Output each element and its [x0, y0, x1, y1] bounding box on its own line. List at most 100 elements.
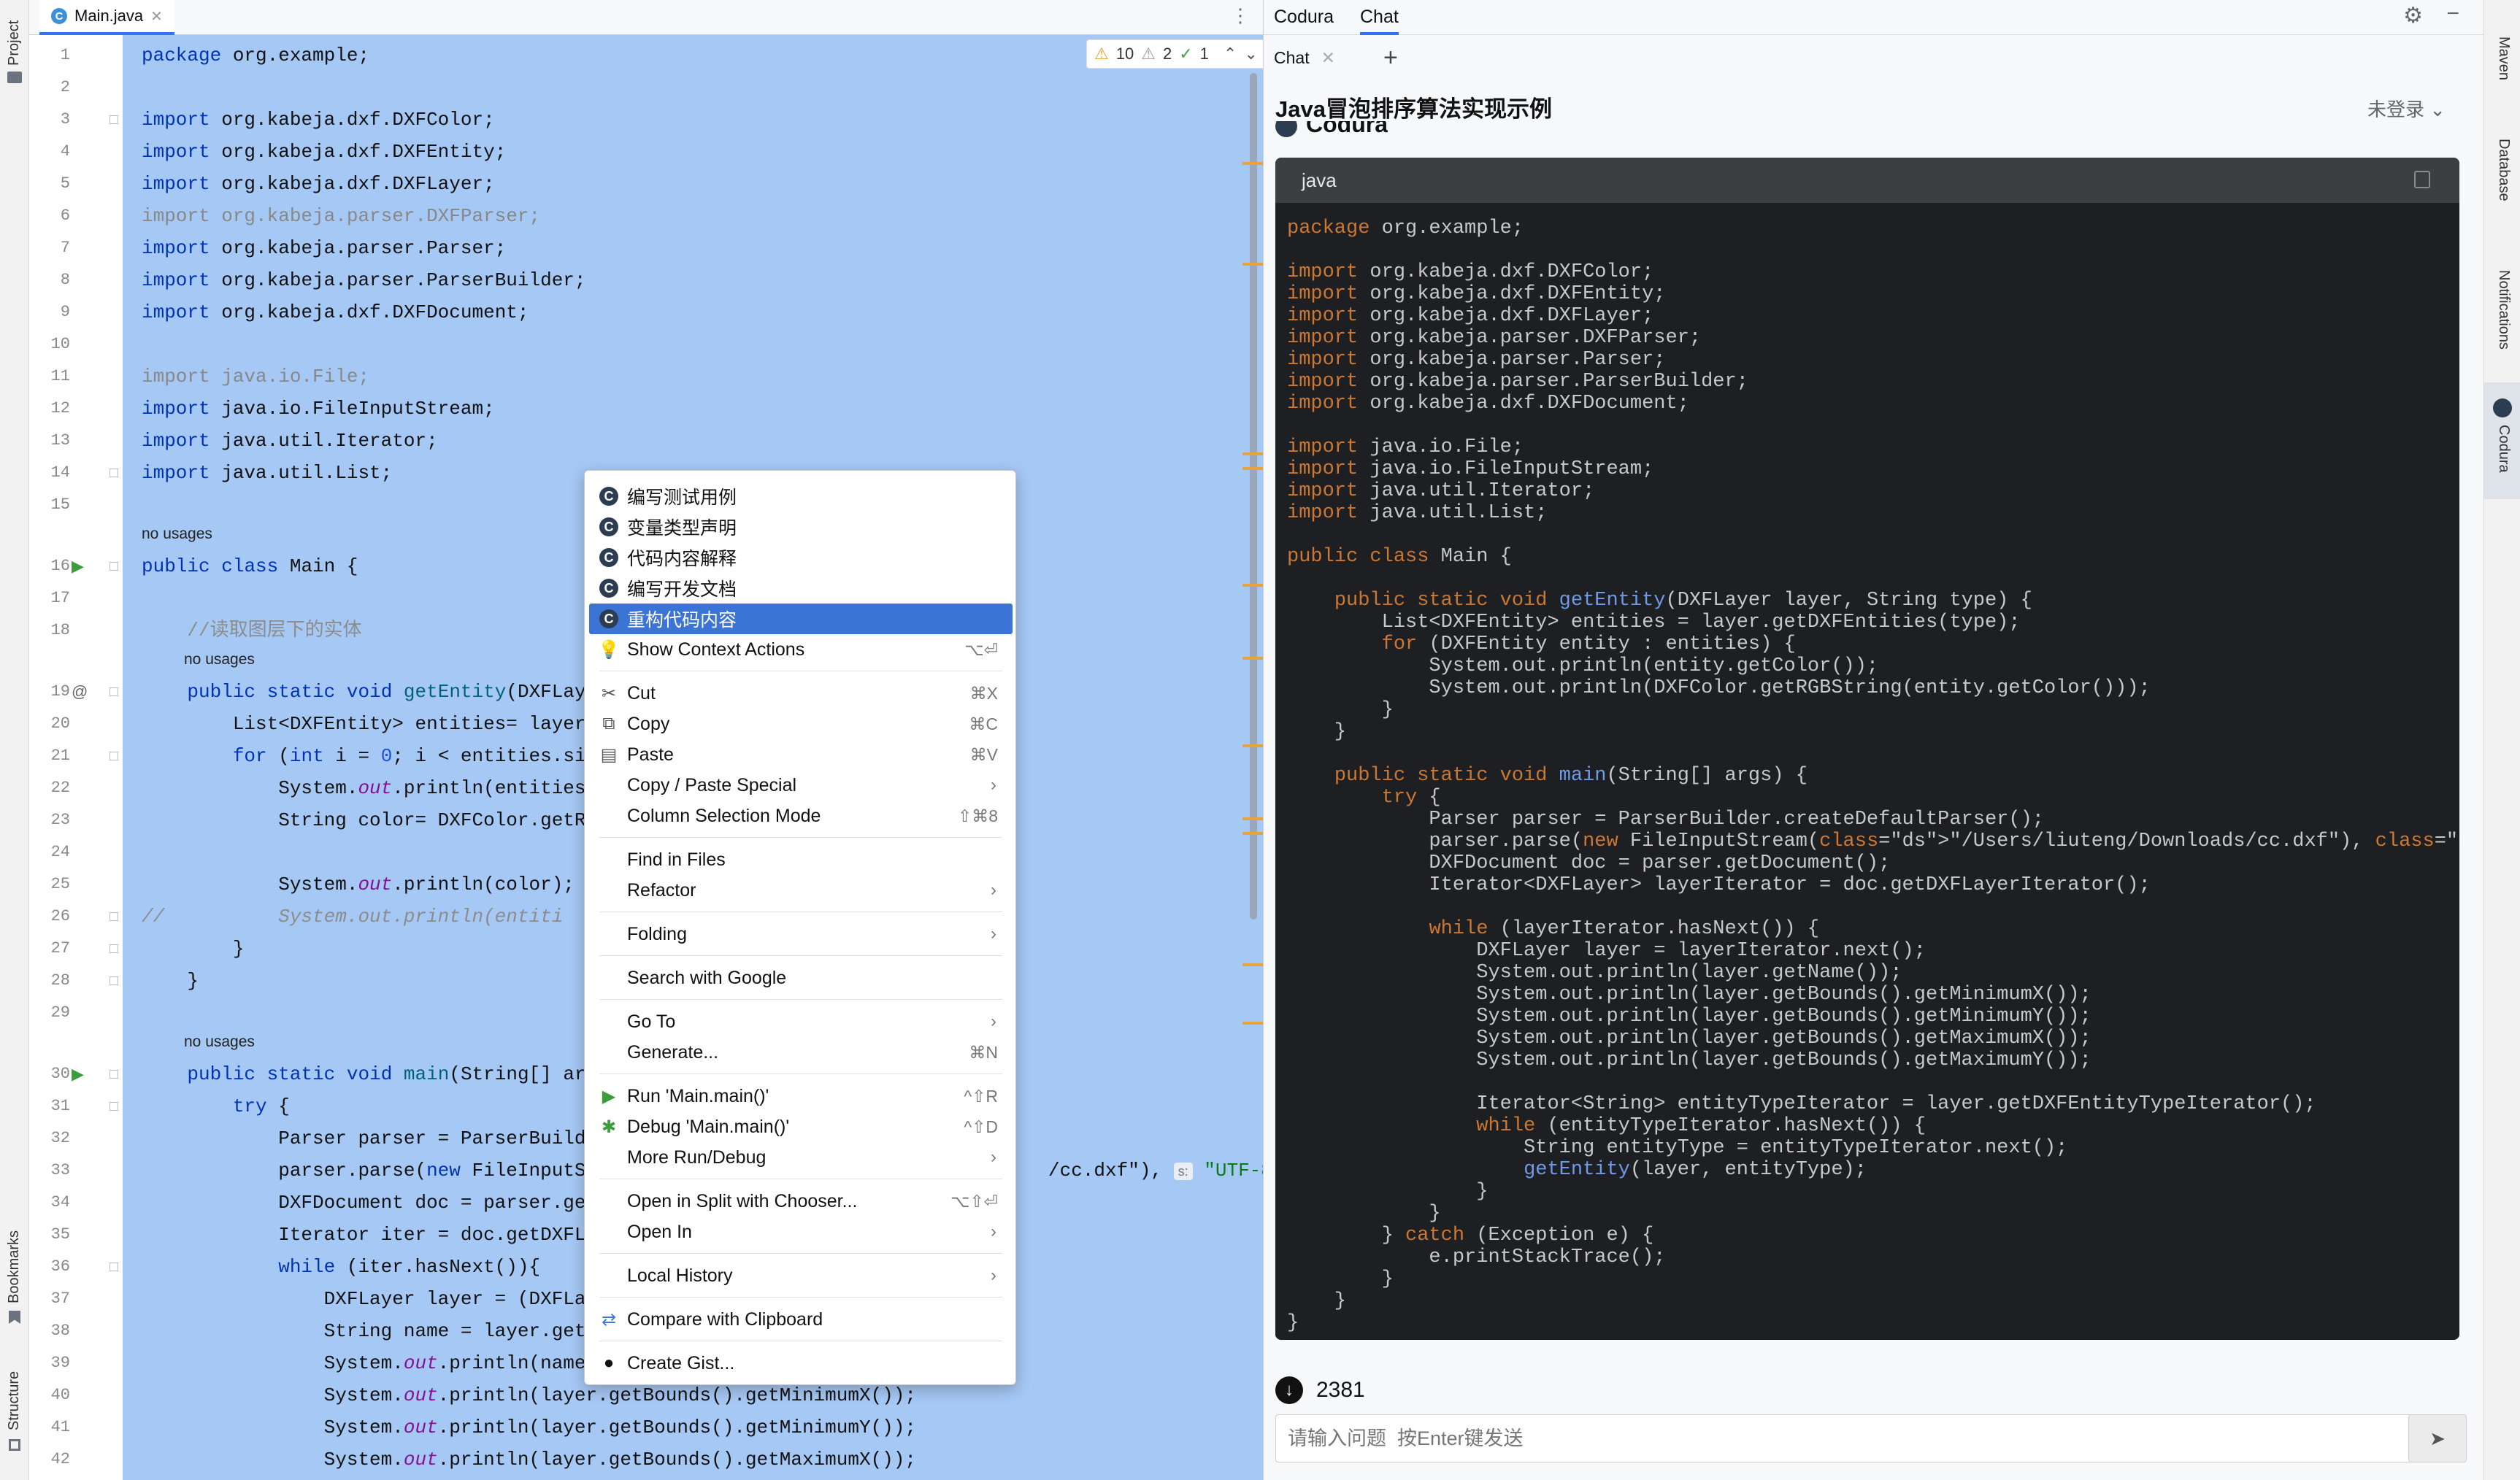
- more-icon[interactable]: ⋮: [1231, 4, 1250, 27]
- codura-icon: C: [599, 517, 618, 536]
- ok-count: 1: [1199, 45, 1209, 63]
- editor-scrollbar[interactable]: [1250, 73, 1257, 920]
- error-stripe-mark[interactable]: [1242, 263, 1263, 266]
- code-line: String color= DXFColor.getR: [142, 809, 586, 831]
- fold-marker[interactable]: [110, 912, 118, 921]
- fold-marker[interactable]: [110, 469, 118, 477]
- menu-item[interactable]: Column Selection Mode ⇧⌘8: [589, 801, 1013, 831]
- line-number: 32: [50, 1129, 70, 1147]
- fold-marker[interactable]: [110, 687, 118, 696]
- chat-input[interactable]: [1286, 1421, 2381, 1456]
- menu-item[interactable]: C 重构代码内容: [589, 604, 1013, 634]
- chevron-right-icon: ›: [991, 1147, 996, 1167]
- fold-marker[interactable]: [110, 944, 118, 953]
- close-icon[interactable]: ✕: [150, 7, 163, 26]
- bookmarks-tool-button[interactable]: Bookmarks: [6, 1230, 23, 1303]
- line-number: 40: [50, 1386, 70, 1404]
- menu-item[interactable]: Go To ›: [589, 1006, 1013, 1037]
- chevron-up-icon[interactable]: ⌃: [1223, 45, 1237, 63]
- gear-icon[interactable]: ⚙: [2403, 3, 2423, 28]
- menu-item[interactable]: ✂ Cut ⌘X: [589, 678, 1013, 709]
- line-number: 31: [50, 1097, 70, 1115]
- error-stripe-mark[interactable]: [1242, 452, 1263, 455]
- error-stripe-mark[interactable]: [1242, 744, 1263, 747]
- project-tool-button[interactable]: Project: [6, 20, 23, 66]
- message-author: Codura: [1275, 121, 1388, 143]
- tab-main-java[interactable]: C Main.java ✕: [39, 0, 174, 35]
- codura-tool-button[interactable]: Codura: [2495, 425, 2512, 473]
- menu-item[interactable]: ⇄ Compare with Clipboard: [589, 1304, 1013, 1335]
- usage-hint: no usages: [184, 1033, 255, 1050]
- menu-separator: [599, 999, 1002, 1000]
- menu-item[interactable]: ▶ Run 'Main.main()' ^⇧R: [589, 1081, 1013, 1111]
- inspection-widget[interactable]: ⚠ 10 ⚠ 2 ✓ 1 ⌃ ⌄: [1086, 39, 1266, 69]
- menu-item[interactable]: Generate... ⌘N: [589, 1037, 1013, 1068]
- copy-icon[interactable]: [2414, 171, 2430, 188]
- menu-item[interactable]: C 编写测试用例: [589, 481, 1013, 512]
- code-line: }: [142, 938, 245, 960]
- menu-item[interactable]: ⧉ Copy ⌘C: [589, 709, 1013, 739]
- menu-item[interactable]: Search with Google: [589, 963, 1013, 993]
- compare-icon: ⇄: [601, 1309, 617, 1330]
- menu-item[interactable]: Open in Split with Chooser... ⌥⇧⏎: [589, 1186, 1013, 1217]
- menu-item[interactable]: C 代码内容解释: [589, 542, 1013, 573]
- structure-tool-button[interactable]: Structure: [6, 1371, 23, 1430]
- code-block-line: }: [1287, 1181, 1488, 1203]
- tab-label: Main.java: [74, 7, 144, 25]
- tab-chat[interactable]: Chat: [1360, 0, 1399, 35]
- error-stripe-mark[interactable]: [1242, 162, 1263, 165]
- run-gutter-icon[interactable]: ▶: [72, 1058, 84, 1090]
- error-stripe-mark[interactable]: [1242, 467, 1263, 470]
- fold-marker[interactable]: [110, 1102, 118, 1111]
- menu-item[interactable]: Copy / Paste Special ›: [589, 770, 1013, 801]
- bookmark-icon: [9, 1311, 20, 1324]
- menu-item[interactable]: C 变量类型声明: [589, 512, 1013, 542]
- chevron-down-icon[interactable]: ⌄: [1244, 45, 1257, 63]
- fold-marker[interactable]: [110, 752, 118, 760]
- menu-item[interactable]: More Run/Debug ›: [589, 1142, 1013, 1173]
- fold-marker[interactable]: [110, 1263, 118, 1271]
- code-block-line: System.out.println(DXFColor.getRGBString…: [1287, 677, 2151, 699]
- code-block-line: Iterator<DXFLayer> layerIterator = doc.g…: [1287, 874, 2151, 896]
- code-block-line: import org.kabeja.parser.ParserBuilder;: [1287, 371, 1748, 393]
- error-stripe-mark[interactable]: [1242, 584, 1263, 587]
- menu-item[interactable]: C 编写开发文档: [589, 573, 1013, 604]
- run-gutter-icon[interactable]: ▶: [72, 550, 84, 582]
- menu-item[interactable]: ✱ Debug 'Main.main()' ^⇧D: [589, 1111, 1013, 1142]
- menu-item[interactable]: Find in Files: [589, 844, 1013, 875]
- notifications-tool-button[interactable]: Notifications: [2495, 270, 2512, 350]
- menu-item[interactable]: ● Create Gist...: [589, 1348, 1013, 1379]
- menu-item[interactable]: 💡 Show Context Actions ⌥⏎: [589, 634, 1013, 665]
- chevron-right-icon: ›: [991, 775, 996, 795]
- database-tool-button[interactable]: Database: [2495, 139, 2512, 201]
- tab-codura[interactable]: Codura: [1274, 0, 1334, 35]
- error-stripe-mark[interactable]: [1242, 963, 1263, 966]
- login-status[interactable]: 未登录 ⌄: [2367, 95, 2446, 122]
- fold-marker[interactable]: [110, 976, 118, 985]
- menu-item[interactable]: Open In ›: [589, 1217, 1013, 1247]
- menu-item[interactable]: ▤ Paste ⌘V: [589, 739, 1013, 770]
- code-block-line: Parser parser = ParserBuilder.createDefa…: [1287, 809, 2044, 830]
- fold-marker[interactable]: [110, 1070, 118, 1079]
- close-icon[interactable]: ✕: [1321, 38, 1335, 77]
- error-stripe-mark[interactable]: [1242, 817, 1263, 820]
- menu-item-shortcut: ⌥⇧⏎: [950, 1191, 998, 1211]
- add-icon[interactable]: +: [1383, 38, 1398, 77]
- error-stripe-mark[interactable]: [1242, 1022, 1263, 1025]
- code-line: System.out.println(layer.getBounds().get…: [142, 1417, 916, 1438]
- error-stripe-mark[interactable]: [1242, 832, 1263, 835]
- fold-marker[interactable]: [110, 562, 118, 571]
- download-icon[interactable]: ↓: [1275, 1376, 1303, 1404]
- send-button[interactable]: ➤: [2408, 1414, 2467, 1462]
- menu-item[interactable]: Local History ›: [589, 1260, 1013, 1291]
- chat-session-tab[interactable]: Chat ✕: [1274, 38, 1335, 77]
- menu-item[interactable]: Refactor ›: [589, 875, 1013, 906]
- maven-tool-button[interactable]: Maven: [2495, 36, 2512, 80]
- error-stripe-mark[interactable]: [1242, 657, 1263, 660]
- line-number: 8: [60, 271, 70, 289]
- minimize-icon[interactable]: −: [2446, 1, 2459, 26]
- menu-item[interactable]: Folding ›: [589, 919, 1013, 949]
- code-line: parser.parse(new FileInputSt: [142, 1160, 598, 1182]
- override-gutter-icon[interactable]: @: [72, 676, 88, 708]
- fold-marker[interactable]: [110, 115, 118, 124]
